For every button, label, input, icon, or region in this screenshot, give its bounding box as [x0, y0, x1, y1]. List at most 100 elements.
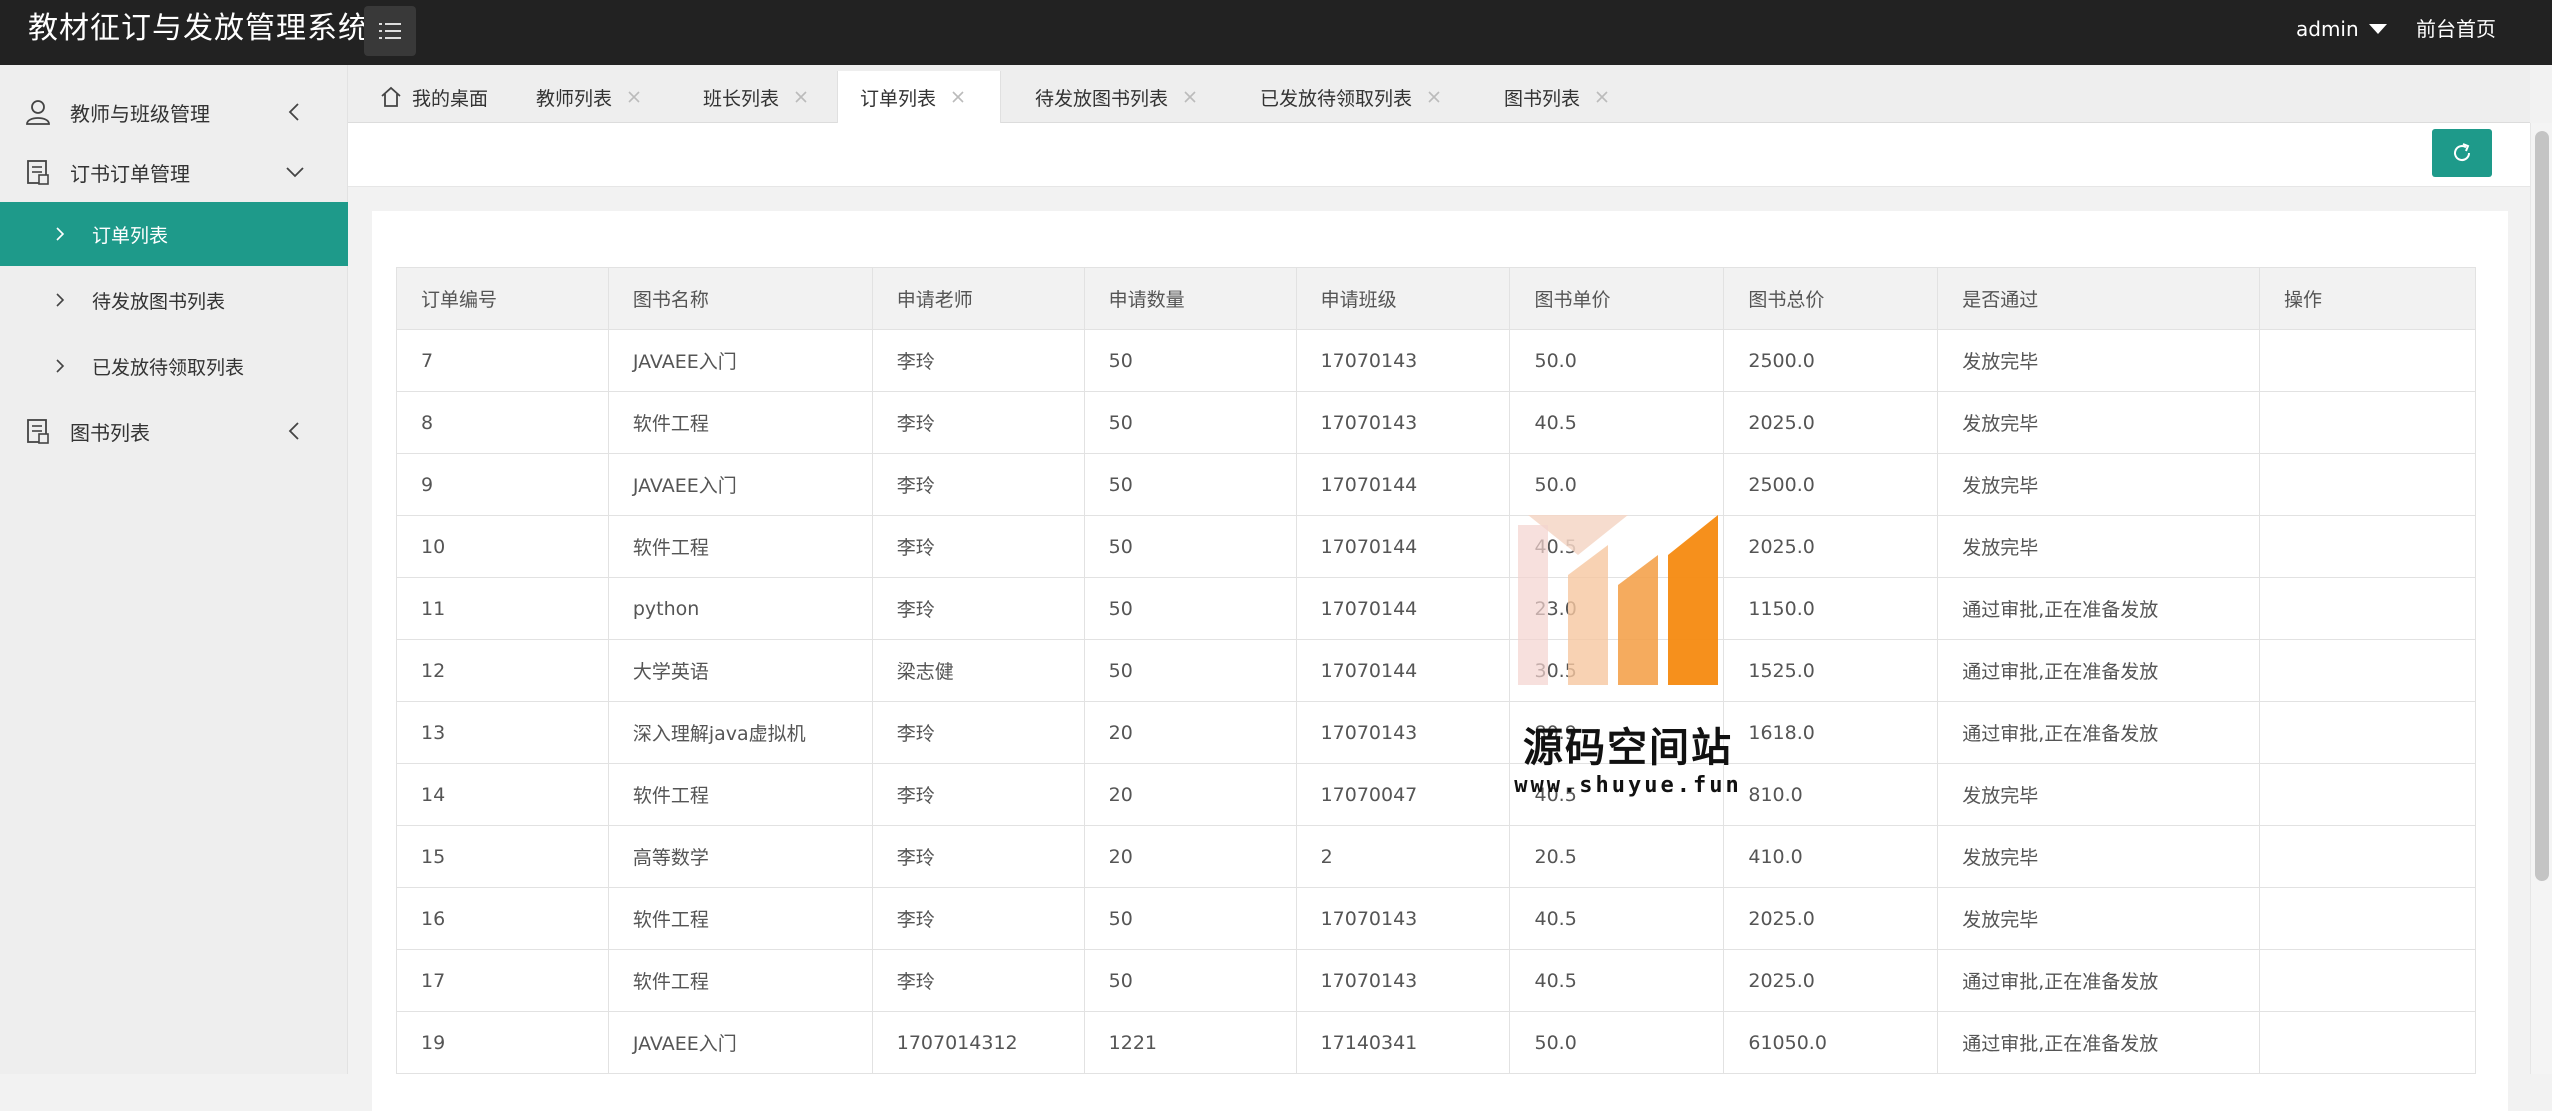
table-cell[interactable] — [2259, 453, 2476, 516]
table-cell: 50 — [1083, 453, 1297, 516]
table-row: 16 软件工程 李玲 50 17070143 40.5 2025.0 发放完毕 — [396, 887, 2476, 950]
main-content: 订单编号 图书名称 申请老师 申请数量 申请班级 图书单价 图书总价 是否通过 … — [348, 123, 2530, 1111]
table-cell: 发放完毕 — [1937, 453, 2261, 516]
table-row: 19 JAVAEE入门 1707014312 1221 17140341 50.0 6105… — [396, 1011, 2476, 1074]
front-page-link[interactable]: 前台首页 — [2416, 0, 2496, 58]
table-cell: 19 — [396, 1011, 609, 1074]
chevron-down-icon — [286, 167, 304, 178]
tab-label: 班长列表 — [703, 87, 780, 110]
table-cell: 20.5 — [1509, 825, 1725, 888]
home-icon — [381, 86, 401, 107]
table-cell[interactable] — [2259, 329, 2476, 392]
table-cell[interactable] — [2259, 391, 2476, 454]
table-cell: 80.9 — [1509, 701, 1725, 764]
sidebar-group-teacher-class[interactable]: 教师与班级管理 — [0, 82, 348, 142]
table-cell[interactable] — [2259, 1011, 2476, 1074]
table-cell: 20 — [1083, 825, 1297, 888]
sidebar-item-issued-pending-pickup[interactable]: 已发放待领取列表 — [0, 334, 348, 398]
close-icon[interactable] — [1594, 89, 1610, 105]
table-row: 17 软件工程 李玲 50 17070143 40.5 2025.0 通过审批,正在准备发放 — [396, 949, 2476, 1012]
sidebar: 教师与班级管理 订书订单管理 订单列表 待发放图书列表 已发放待领取列表 图书列… — [0, 65, 348, 1074]
sidebar-item-order-list[interactable]: 订单列表 — [0, 202, 348, 266]
table-row: 10 软件工程 李玲 50 17070144 40.5 2025.0 发放完毕 — [396, 515, 2476, 578]
table-cell: 李玲 — [871, 329, 1085, 392]
table-row: 13 深入理解java虚拟机 李玲 20 17070143 80.9 1618.0 通过审批,… — [396, 701, 2476, 764]
table-cell[interactable] — [2259, 763, 2476, 826]
tab-bar: 我的桌面 教师列表 班长列表 订单列表 待发放图书列表 已发放待领取列表 图书列… — [348, 65, 2530, 123]
table-cell: 40.5 — [1509, 887, 1725, 950]
tab-teacher-list[interactable]: 教师列表 — [526, 71, 652, 123]
table-row: 9 JAVAEE入门 李玲 50 17070144 50.0 2500.0 发放完毕 — [396, 453, 2476, 516]
tab-order-list[interactable]: 订单列表 — [837, 71, 1001, 123]
table-cell: 李玲 — [871, 887, 1085, 950]
user-icon — [26, 100, 50, 125]
top-header: 教材征订与发放管理系统 admin 前台首页 — [0, 0, 2552, 65]
table-row: 12 大学英语 梁志健 50 17070144 30.5 1525.0 通过审批,正在准备发放 — [396, 639, 2476, 702]
table-cell: 软件工程 — [607, 949, 873, 1012]
table-cell: 软件工程 — [607, 391, 873, 454]
app-title: 教材征订与发放管理系统 — [28, 11, 369, 46]
column-header: 图书总价 — [1723, 267, 1939, 330]
table-cell: JAVAEE入门 — [607, 453, 873, 516]
column-header: 图书单价 — [1509, 267, 1725, 330]
column-header: 订单编号 — [396, 267, 609, 330]
sidebar-item-label: 已发放待领取列表 — [92, 356, 245, 379]
tab-pending-books[interactable]: 待发放图书列表 — [1025, 71, 1208, 123]
table-cell: 810.0 — [1723, 763, 1939, 826]
vertical-scrollbar[interactable] — [2530, 123, 2552, 1074]
table-cell: 61050.0 — [1723, 1011, 1939, 1074]
table-cell: 8 — [396, 391, 609, 454]
tab-book-list[interactable]: 图书列表 — [1494, 71, 1620, 123]
tab-my-desktop[interactable]: 我的桌面 — [370, 71, 498, 123]
tab-label: 已发放待领取列表 — [1260, 87, 1413, 110]
table-cell[interactable] — [2259, 949, 2476, 1012]
table-cell: 11 — [396, 577, 609, 640]
scrollbar-thumb[interactable] — [2535, 131, 2549, 881]
column-header: 是否通过 — [1937, 267, 2261, 330]
column-header: 申请班级 — [1295, 267, 1511, 330]
table-cell: 李玲 — [871, 577, 1085, 640]
close-icon[interactable] — [626, 89, 642, 105]
refresh-button[interactable] — [2432, 129, 2492, 177]
content-toolbar — [348, 123, 2530, 187]
table-cell: 12 — [396, 639, 609, 702]
tab-monitor-list[interactable]: 班长列表 — [693, 71, 819, 123]
table-cell: 2025.0 — [1723, 887, 1939, 950]
table-cell: 40.5 — [1509, 515, 1725, 578]
table-cell[interactable] — [2259, 825, 2476, 888]
table-cell: 17070143 — [1295, 391, 1511, 454]
table-cell: 17070047 — [1295, 763, 1511, 826]
list-icon — [379, 23, 401, 39]
table-cell: 9 — [396, 453, 609, 516]
sidebar-group-book-list[interactable]: 图书列表 — [0, 401, 348, 461]
table-cell: 李玲 — [871, 453, 1085, 516]
table-cell: 17070143 — [1295, 329, 1511, 392]
table-cell: 2500.0 — [1723, 329, 1939, 392]
table-cell: 16 — [396, 887, 609, 950]
table-cell: 1707014312 — [871, 1011, 1085, 1074]
menu-toggle-button[interactable] — [364, 6, 416, 56]
close-icon[interactable] — [950, 89, 966, 105]
close-icon[interactable] — [1426, 89, 1442, 105]
table-cell[interactable] — [2259, 515, 2476, 578]
table-cell[interactable] — [2259, 701, 2476, 764]
sidebar-group-order-management[interactable]: 订书订单管理 — [0, 142, 348, 202]
user-menu[interactable]: admin — [2296, 0, 2387, 58]
user-name: admin — [2296, 17, 2359, 41]
close-icon[interactable] — [793, 89, 809, 105]
tab-issued-pending-pickup[interactable]: 已发放待领取列表 — [1250, 71, 1452, 123]
document-icon — [27, 160, 49, 185]
table-cell[interactable] — [2259, 577, 2476, 640]
caret-down-icon — [2368, 24, 2387, 34]
table-cell: 7 — [396, 329, 609, 392]
table-cell: 发放完毕 — [1937, 391, 2261, 454]
table-cell: 大学英语 — [607, 639, 873, 702]
table-cell[interactable] — [2259, 639, 2476, 702]
sidebar-item-pending-books[interactable]: 待发放图书列表 — [0, 268, 348, 332]
table-cell[interactable] — [2259, 887, 2476, 950]
table-header-row: 订单编号 图书名称 申请老师 申请数量 申请班级 图书单价 图书总价 是否通过 … — [396, 267, 2476, 330]
table-cell: 17 — [396, 949, 609, 1012]
table-cell: 发放完毕 — [1937, 515, 2261, 578]
close-icon[interactable] — [1182, 89, 1198, 105]
table-cell: 发放完毕 — [1937, 825, 2261, 888]
